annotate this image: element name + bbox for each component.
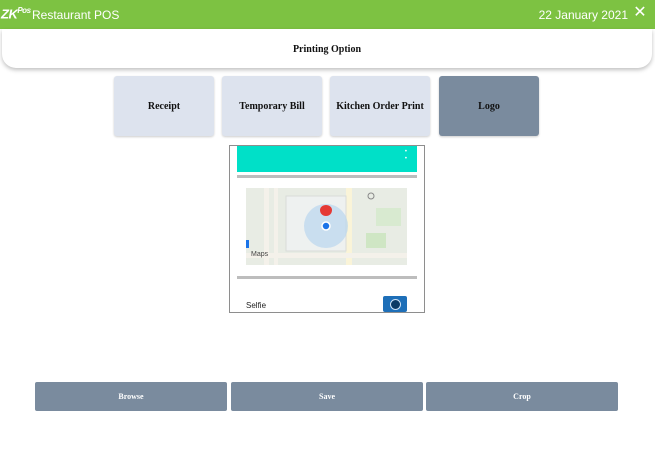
page-header: Printing Option: [2, 29, 652, 68]
logo-preview: • • Maps Selfie: [229, 145, 425, 313]
brand-logo: ZKPos: [1, 6, 31, 22]
tab-receipt[interactable]: Receipt: [114, 76, 214, 136]
close-icon[interactable]: ✕: [631, 3, 649, 23]
crop-button[interactable]: Crop: [426, 382, 618, 411]
dots-icon: • •: [404, 149, 407, 162]
map-thumbnail: Maps: [246, 188, 407, 265]
preview-divider: [237, 175, 417, 178]
preview-header-bar: • •: [237, 146, 417, 172]
current-date: 22 January 2021: [538, 8, 628, 22]
app-title: Restaurant POS: [32, 8, 120, 22]
camera-icon: [383, 296, 407, 312]
selfie-label: Selfie: [246, 301, 267, 310]
save-button[interactable]: Save: [231, 382, 423, 411]
title-bar: ZKPos Restaurant POS 22 January 2021 ✕: [0, 0, 655, 29]
map-graphic: [246, 188, 407, 265]
tab-kitchen-order-print[interactable]: Kitchen Order Print: [330, 76, 430, 136]
preview-divider-2: [237, 276, 417, 279]
tab-temporary-bill[interactable]: Temporary Bill: [222, 76, 322, 136]
tab-logo[interactable]: Logo: [439, 76, 539, 136]
map-label: Maps: [251, 251, 269, 258]
page-title: Printing Option: [292, 44, 362, 55]
browse-button[interactable]: Browse: [35, 382, 227, 411]
